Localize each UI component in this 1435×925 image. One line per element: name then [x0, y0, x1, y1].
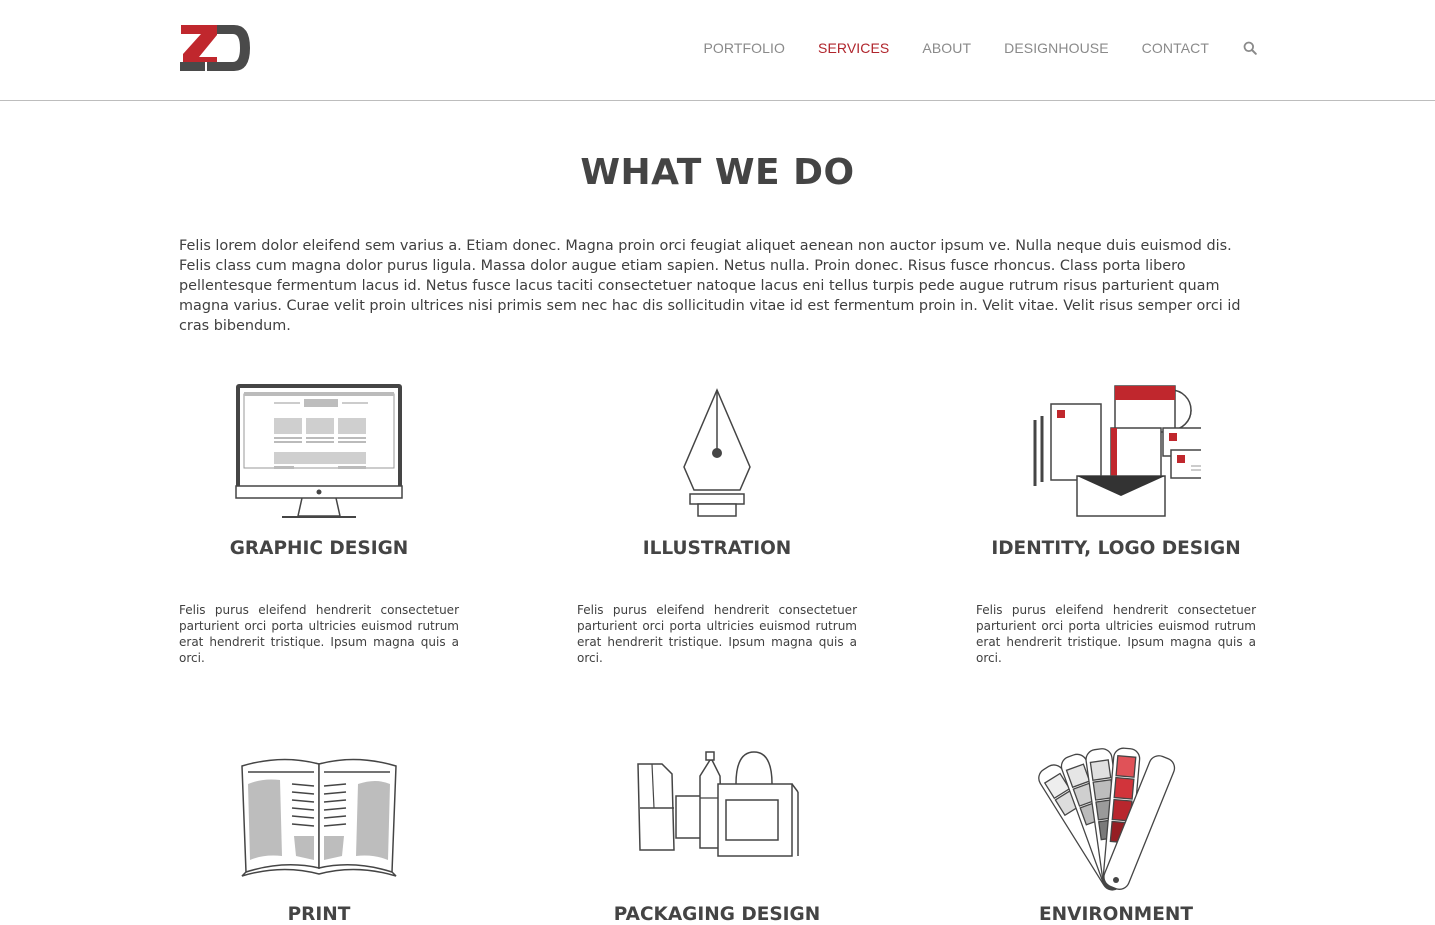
search-icon[interactable] [1243, 41, 1257, 55]
nav-designhouse[interactable]: DESIGNHOUSE [1004, 40, 1109, 56]
main-nav: PORTFOLIO SERVICES ABOUT DESIGNHOUSE CON… [670, 40, 1257, 56]
page-title: WHAT WE DO [580, 152, 855, 193]
site-header: PORTFOLIO SERVICES ABOUT DESIGNHOUSE CON… [0, 0, 1435, 101]
nav-about[interactable]: ABOUT [922, 40, 971, 56]
stationery-icon [1033, 385, 1201, 517]
color-swatch-icon [1038, 747, 1176, 891]
service-title: ENVIRONMENT [1039, 904, 1193, 925]
service-title: PACKAGING DESIGN [613, 904, 821, 925]
nav-services[interactable]: SERVICES [818, 40, 889, 56]
nav-portfolio[interactable]: PORTFOLIO [703, 40, 785, 56]
service-graphic-design: GRAPHIC DESIGN Felis purus eleifend hend… [179, 382, 459, 665]
service-title: ILLUSTRATION [642, 538, 792, 559]
intro-paragraph: Felis lorem dolor eleifend sem varius a.… [179, 238, 1241, 334]
service-identity-logo-design: IDENTITY, LOGO DESIGN Felis purus eleife… [976, 382, 1256, 665]
zd-logo[interactable] [179, 24, 251, 72]
service-title: PRINT [287, 904, 351, 925]
service-title: GRAPHIC DESIGN [229, 538, 409, 559]
pen-nib-icon [683, 388, 751, 517]
service-description: Felis purus eleifend hendrerit consectet… [577, 603, 857, 665]
monitor-icon [235, 384, 403, 518]
nav-contact[interactable]: CONTACT [1142, 40, 1209, 56]
service-environment: ENVIRONMENT [976, 740, 1256, 925]
service-print: PRINT [179, 748, 459, 925]
service-illustration: ILLUSTRATION Felis purus eleifend hendre… [577, 382, 857, 665]
service-description: Felis purus eleifend hendrerit consectet… [976, 603, 1256, 665]
service-description: Felis purus eleifend hendrerit consectet… [179, 603, 459, 665]
packaging-icon [637, 751, 799, 857]
open-book-icon [241, 758, 397, 877]
service-packaging-design: PACKAGING DESIGN [577, 748, 857, 925]
service-title: IDENTITY, LOGO DESIGN [991, 538, 1241, 559]
